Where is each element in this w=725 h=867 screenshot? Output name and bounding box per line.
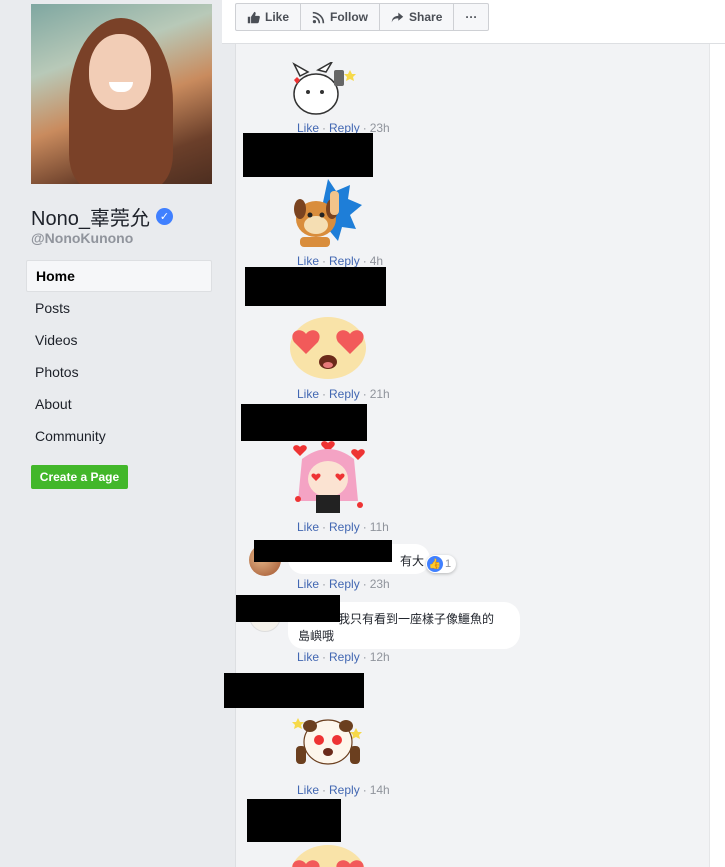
- page-action-buttons: Like Follow Share ···: [235, 3, 490, 31]
- panda-thumbs-up-sticker-icon: [292, 718, 362, 765]
- page-nav: Home Posts Videos Photos About Community: [26, 260, 212, 452]
- like-reaction-icon: 👍: [427, 556, 443, 572]
- redacted-block: [245, 267, 386, 306]
- rss-icon: [312, 11, 325, 23]
- comment-text: 有大: [399, 554, 424, 568]
- comment-timestamp[interactable]: 4h: [370, 254, 383, 268]
- nav-item-about[interactable]: About: [26, 388, 212, 420]
- comment-reply-link[interactable]: Reply: [329, 783, 360, 797]
- create-page-button[interactable]: Create a Page: [31, 465, 128, 489]
- redacted-block: [254, 540, 392, 562]
- follow-button[interactable]: Follow: [301, 4, 381, 30]
- nav-item-photos[interactable]: Photos: [26, 356, 212, 388]
- comment-reply-link[interactable]: Reply: [329, 520, 360, 534]
- comment-meta: Like · Reply · 4h: [297, 254, 383, 268]
- nav-item-posts[interactable]: Posts: [26, 292, 212, 324]
- nav-item-home[interactable]: Home: [26, 260, 212, 292]
- separator: ·: [362, 254, 367, 268]
- thumbs-up-icon: [247, 11, 260, 23]
- comment-reply-link[interactable]: Reply: [329, 650, 360, 664]
- comment-like-link[interactable]: Like: [297, 254, 319, 268]
- separator: ·: [362, 783, 367, 797]
- like-page-button[interactable]: Like: [236, 4, 302, 30]
- cat-selfie-sticker-icon: [292, 62, 356, 115]
- reaction-count-badge[interactable]: 👍 1: [426, 555, 457, 573]
- comment-meta: Like · Reply · 14h: [297, 783, 390, 797]
- nav-item-videos[interactable]: Videos: [26, 324, 212, 356]
- separator: ·: [362, 387, 367, 401]
- separator: ·: [322, 387, 327, 401]
- comment-like-link[interactable]: Like: [297, 520, 319, 534]
- separator: ·: [322, 783, 327, 797]
- comment-meta: Like · Reply · 11h: [297, 520, 389, 534]
- redacted-block: [224, 673, 364, 708]
- page-action-bar: Like Follow Share ···: [222, 0, 725, 44]
- separator: ·: [322, 254, 327, 268]
- page-title[interactable]: Nono_辜莞允 ✓: [31, 202, 173, 231]
- separator: ·: [322, 520, 327, 534]
- separator: ·: [322, 577, 327, 591]
- comment-timestamp[interactable]: 21h: [370, 387, 390, 401]
- redacted-block: [241, 404, 367, 441]
- separator: ·: [362, 650, 367, 664]
- follow-label: Follow: [330, 10, 369, 24]
- like-label: Like: [265, 10, 290, 24]
- share-button[interactable]: Share: [380, 4, 455, 30]
- separator: ·: [362, 577, 367, 591]
- comment-like-link[interactable]: Like: [297, 577, 319, 591]
- comment-like-link[interactable]: Like: [297, 783, 319, 797]
- comment-meta: Like · Reply · 12h: [297, 650, 390, 664]
- comment-like-link[interactable]: Like: [297, 650, 319, 664]
- heart-eyes-sticker-icon: [291, 845, 365, 867]
- comment-timestamp[interactable]: 12h: [370, 650, 390, 664]
- separator: ·: [362, 520, 367, 534]
- dog-middle-finger-sticker-icon: [294, 179, 362, 247]
- comment-like-link[interactable]: Like: [297, 387, 319, 401]
- left-column: Nono_辜莞允 ✓ @NonoKunono Home Posts Videos…: [0, 0, 222, 867]
- comment-reply-link[interactable]: Reply: [329, 254, 360, 268]
- comment-timestamp[interactable]: 11h: [370, 520, 389, 534]
- share-label: Share: [409, 10, 443, 24]
- comment-text-line-2: 島嶼哦: [298, 629, 335, 643]
- redacted-block: [243, 133, 373, 177]
- comment-timestamp[interactable]: 23h: [370, 577, 390, 591]
- redacted-block: [247, 799, 341, 842]
- comment-timestamp[interactable]: 14h: [370, 783, 390, 797]
- comment-reply-link[interactable]: Reply: [329, 387, 360, 401]
- more-options-button[interactable]: ···: [454, 4, 488, 30]
- reaction-count: 1: [445, 558, 452, 570]
- profile-photo[interactable]: [31, 4, 212, 184]
- profile-photo-face: [89, 34, 151, 110]
- comment-meta: Like · Reply · 23h: [297, 577, 390, 591]
- page-name-text[interactable]: Nono_辜莞允: [31, 202, 150, 231]
- verified-badge-icon: ✓: [155, 208, 173, 225]
- share-arrow-icon: [391, 12, 404, 22]
- comment-list: Like · Reply · 23h Like · Reply · 4h Lik…: [224, 44, 709, 867]
- redacted-block: [236, 595, 340, 622]
- comment-feed: Like · Reply · 23h Like · Reply · 4h Lik…: [224, 44, 725, 867]
- comment-reply-link[interactable]: Reply: [329, 577, 360, 591]
- feed-scrollbar[interactable]: [709, 44, 725, 867]
- nav-item-community[interactable]: Community: [26, 420, 212, 452]
- pink-hair-girl-sticker-icon: [293, 441, 365, 513]
- heart-eyes-sticker-icon: [290, 317, 366, 379]
- page-handle[interactable]: @NonoKunono: [31, 230, 133, 246]
- separator: ·: [322, 650, 327, 664]
- comment-text-line-1: 我只有看到一座樣子像鱷魚的: [338, 612, 495, 626]
- comment-meta: Like · Reply · 21h: [297, 387, 390, 401]
